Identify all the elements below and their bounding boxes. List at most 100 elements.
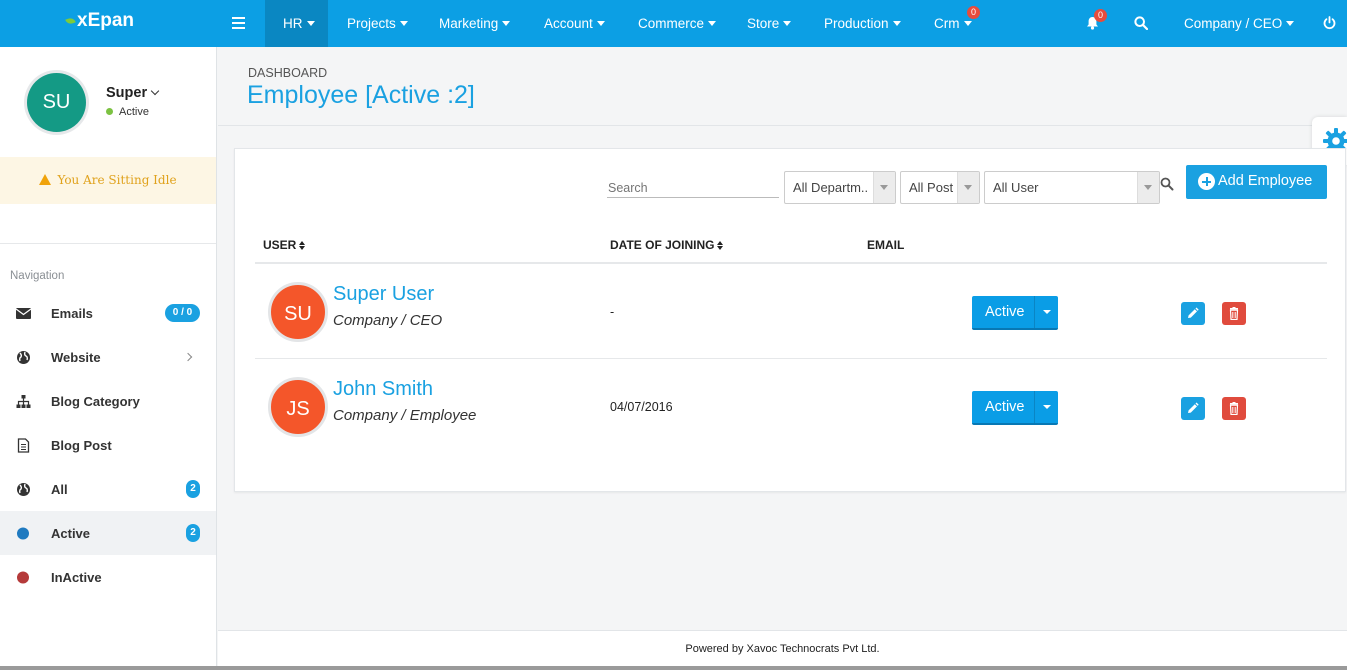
user-role-label: Company / CEO bbox=[1184, 16, 1283, 31]
delete-button[interactable] bbox=[1222, 397, 1246, 420]
sidebar-item-label: InActive bbox=[51, 569, 102, 585]
sidebar: SU Super Active You Are Sitting Idle Nav… bbox=[0, 47, 217, 670]
column-header-label: DATE OF JOINING bbox=[610, 238, 715, 252]
caret-down-icon[interactable] bbox=[1034, 296, 1058, 328]
window-bottom-edge bbox=[0, 666, 1347, 670]
search-icon[interactable] bbox=[1134, 0, 1149, 47]
status-dropdown-button[interactable]: Active bbox=[972, 296, 1058, 330]
blue-dot-icon bbox=[17, 527, 29, 539]
nav-marketing-label: Marketing bbox=[439, 16, 499, 31]
edit-button[interactable] bbox=[1181, 302, 1205, 325]
avatar[interactable]: SU bbox=[27, 73, 86, 132]
search-input[interactable] bbox=[607, 179, 779, 198]
caret-down-icon bbox=[783, 21, 792, 26]
nav-crm[interactable]: Crm bbox=[934, 0, 972, 47]
trash-icon bbox=[1229, 402, 1239, 415]
sidebar-item-label: All bbox=[51, 481, 68, 497]
sidebar-item-label: Website bbox=[51, 349, 101, 365]
nav-hr[interactable]: HR bbox=[265, 0, 328, 47]
user-select[interactable]: All User bbox=[984, 171, 1160, 204]
pencil-icon bbox=[1188, 402, 1199, 413]
caret-down-icon bbox=[399, 21, 408, 26]
trash-icon bbox=[1229, 307, 1239, 320]
sidebar-item-label: Blog Category bbox=[51, 393, 140, 409]
user-select-value: All User bbox=[993, 180, 1039, 195]
caret-down-icon[interactable] bbox=[1034, 391, 1058, 423]
date-of-joining: 04/07/2016 bbox=[610, 400, 673, 414]
sidebar-item-blog-post[interactable]: Blog Post bbox=[0, 423, 216, 467]
sort-icon bbox=[717, 241, 724, 250]
user-status-label: Active bbox=[119, 106, 149, 118]
plus-circle-icon bbox=[1198, 173, 1215, 190]
post-select-value: All Post bbox=[909, 180, 954, 195]
user-role-menu[interactable]: Company / CEO bbox=[1184, 0, 1295, 47]
avatar: SU bbox=[268, 282, 328, 342]
employee-name-link[interactable]: Super User bbox=[333, 283, 434, 306]
status-dropdown-button[interactable]: Active bbox=[972, 391, 1058, 425]
pencil-icon bbox=[1188, 307, 1199, 318]
sidebar-item-emails[interactable]: Emails 0 / 0 bbox=[0, 291, 216, 335]
department-select[interactable]: All Departm.. bbox=[784, 171, 896, 204]
all-count-badge: 2 bbox=[186, 480, 200, 498]
dropdown-arrow-icon bbox=[1137, 172, 1159, 203]
crm-badge: 0 bbox=[967, 6, 980, 19]
sidebar-item-blog-category[interactable]: Blog Category bbox=[0, 379, 216, 423]
column-header-label: EMAIL bbox=[867, 238, 905, 252]
status-dot-icon bbox=[106, 108, 113, 115]
leaf-icon bbox=[65, 16, 76, 26]
caret-down-icon bbox=[708, 21, 717, 26]
employee-post: Company / CEO bbox=[333, 312, 443, 329]
avatar: JS bbox=[268, 377, 328, 437]
caret-down-icon bbox=[306, 21, 315, 26]
sidebar-item-all[interactable]: All 2 bbox=[0, 467, 216, 511]
column-header-label: USER bbox=[263, 238, 297, 252]
nav-projects[interactable]: Projects bbox=[347, 0, 408, 47]
warning-icon bbox=[39, 174, 52, 185]
sidebar-item-label: Blog Post bbox=[51, 437, 112, 453]
power-icon[interactable] bbox=[1323, 0, 1336, 47]
sidebar-item-label: Emails bbox=[51, 305, 93, 321]
table-row: JS John Smith Company / Employee 04/07/2… bbox=[255, 359, 1327, 454]
delete-button[interactable] bbox=[1222, 302, 1246, 325]
nav-account[interactable]: Account bbox=[544, 0, 605, 47]
nav-account-label: Account bbox=[544, 16, 593, 31]
nav-hr-label: HR bbox=[283, 16, 303, 31]
column-header-email: EMAIL bbox=[867, 238, 904, 252]
sidebar-item-website[interactable]: Website bbox=[0, 335, 216, 379]
bell-icon[interactable] bbox=[1086, 0, 1099, 47]
column-header-date-of-joining[interactable]: DATE OF JOINING bbox=[610, 238, 724, 252]
user-menu[interactable]: Super bbox=[106, 85, 160, 101]
idle-warning: You Are Sitting Idle bbox=[0, 157, 216, 204]
nav-store-label: Store bbox=[747, 16, 780, 31]
table-row: SU Super User Company / CEO - Active bbox=[255, 264, 1327, 359]
emails-badge: 0 / 0 bbox=[165, 304, 200, 322]
user-name: Super bbox=[106, 85, 148, 101]
nav-store[interactable]: Store bbox=[747, 0, 792, 47]
nav-production[interactable]: Production bbox=[824, 0, 901, 47]
nav-crm-label: Crm bbox=[934, 16, 960, 31]
employee-name-link[interactable]: John Smith bbox=[333, 378, 433, 401]
sidebar-item-active[interactable]: Active 2 bbox=[0, 511, 216, 555]
search-icon[interactable] bbox=[1160, 177, 1174, 191]
add-employee-label: Add Employee bbox=[1218, 173, 1313, 189]
divider bbox=[0, 243, 216, 244]
sitemap-icon bbox=[16, 394, 31, 408]
edit-button[interactable] bbox=[1181, 397, 1205, 420]
active-count-badge: 2 bbox=[186, 524, 200, 542]
sort-icon bbox=[299, 241, 306, 250]
post-select[interactable]: All Post bbox=[900, 171, 980, 204]
hamburger-icon[interactable] bbox=[232, 0, 245, 47]
status-label: Active bbox=[985, 304, 1025, 320]
brand-name: xEpan bbox=[77, 10, 135, 31]
breadcrumb[interactable]: DASHBOARD bbox=[248, 66, 327, 80]
nav-commerce[interactable]: Commerce bbox=[638, 0, 717, 47]
chevron-right-icon bbox=[183, 352, 193, 362]
brand-logo[interactable]: xEpan bbox=[65, 10, 135, 32]
sidebar-item-inactive[interactable]: InActive bbox=[0, 555, 216, 599]
column-header-user[interactable]: USER bbox=[263, 238, 306, 252]
nav-marketing[interactable]: Marketing bbox=[439, 0, 511, 47]
nav-commerce-label: Commerce bbox=[638, 16, 705, 31]
add-employee-button[interactable]: Add Employee bbox=[1186, 165, 1327, 199]
caret-down-icon bbox=[596, 21, 605, 26]
caret-down-icon bbox=[963, 21, 972, 26]
